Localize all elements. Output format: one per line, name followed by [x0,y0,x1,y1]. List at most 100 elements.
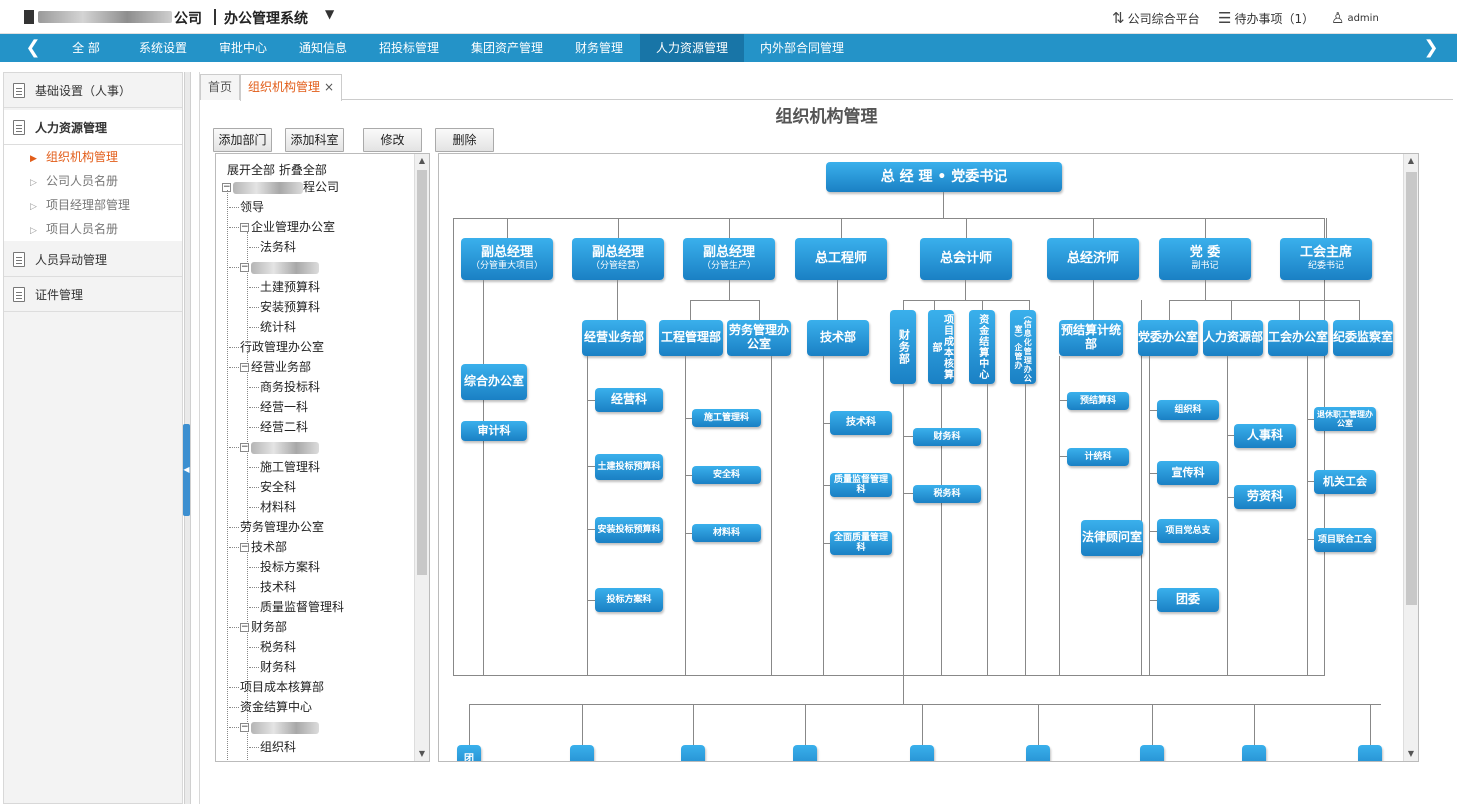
org-sec-toubiao[interactable]: 投标方案科 [595,588,663,612]
org-project-4[interactable] [910,745,934,761]
tree-node[interactable]: 资金结算中心 [240,697,312,717]
org-sec-zhiliang[interactable]: 质量监督管理科 [830,473,892,497]
org-vp-6[interactable]: 党 委副书记 [1159,238,1251,280]
tree-node[interactable]: 经营一科 [260,397,308,417]
org-dept-jiwei[interactable]: 纪委监察室 [1333,320,1393,356]
org-dept-yujiesuan[interactable]: 预结算计统部 [1059,320,1123,356]
tree-node[interactable]: 税务科 [260,637,296,657]
scroll-up-icon[interactable]: ▲ [415,154,429,168]
sidebar-group-basic-settings[interactable]: 基础设置（人事） [4,73,182,108]
tab-home[interactable]: 首页 [200,74,241,100]
add-section-button[interactable]: 添加科室 [285,128,344,152]
org-sec-tuanwei[interactable]: 团委 [1157,588,1219,612]
tree-node[interactable]: 项目成本核算部 [240,677,324,697]
tree-node[interactable]: 投标方案科 [260,557,320,577]
org-vp-3[interactable]: 总工程师 [795,238,887,280]
org-sec-anzhuang[interactable]: 安装投标预算科 [595,517,663,543]
org-sec-falv[interactable]: 法律顾问室 [1081,520,1143,556]
org-vp-4[interactable]: 总会计师 [920,238,1012,280]
collapse-icon[interactable]: − [240,623,249,632]
tree-node[interactable]: 安全科 [260,477,296,497]
tree-node[interactable]: − 技术部 [240,537,287,557]
org-dept-xinxi[interactable]: （信息化管理办公室）企管办 [1010,310,1036,384]
org-sec-tuixiu[interactable]: 退休职工管理办公室 [1314,407,1376,431]
delete-button[interactable]: 删除 [435,128,494,152]
sidebar-item-company-roster[interactable]: ▷ 公司人员名册 [4,169,182,193]
org-sec-quanmian[interactable]: 全面质量管理科 [830,531,892,555]
tree-node[interactable]: 法务科 [260,237,296,257]
org-dept-caiwu[interactable]: 财务部 [890,310,916,384]
org-project-2[interactable] [681,745,705,761]
nav-item-assets[interactable]: 集团资产管理 [462,34,552,62]
org-dept-chengben[interactable]: 项目成本核算部 [928,310,954,384]
org-sec-cailiao[interactable]: 材料科 [692,524,761,542]
todo-link[interactable]: ☰ 待办事项（1） [1218,9,1314,27]
org-sec-jiguan[interactable]: 机关工会 [1314,470,1376,494]
chart-scrollbar[interactable]: ▲ ▼ [1403,154,1418,761]
org-dept-jingying[interactable]: 经营业务部 [582,320,646,356]
org-general-manager[interactable]: 总 经 理 • 党委书记 [826,162,1062,192]
org-sec-jishu[interactable]: 技术科 [830,411,892,435]
org-sec-jingying[interactable]: 经营科 [595,388,663,412]
user-menu[interactable]: ♙ admin [1331,9,1379,27]
expand-all-link[interactable]: 展开全部 [227,163,275,177]
org-dept-gonghui[interactable]: 工会办公室 [1268,320,1328,356]
tree-node[interactable]: 质量监督管理科 [260,597,344,617]
org-sec-zuzhi[interactable]: 组织科 [1157,400,1219,420]
tree-node[interactable]: 技术科 [260,577,296,597]
nav-item-notices[interactable]: 通知信息 [290,34,356,62]
org-vp-5[interactable]: 总经济师 [1047,238,1139,280]
collapse-icon[interactable]: − [240,443,249,452]
collapse-sidebar-icon[interactable]: ◀ [183,424,190,516]
edit-button[interactable]: 修改 [363,128,422,152]
system-dropdown-icon[interactable]: ▼ [325,7,334,21]
sidebar-item-project-dept[interactable]: ▷ 项目经理部管理 [4,193,182,217]
tree-node[interactable]: 安装预算科 [260,297,320,317]
tree-node[interactable]: − [240,437,319,457]
nav-item-finance[interactable]: 财务管理 [566,34,632,62]
org-sec-yujiesuan[interactable]: 预结算科 [1067,392,1129,410]
platform-link[interactable]: ⇅ 公司综合平台 [1112,9,1200,27]
collapse-icon[interactable]: − [240,723,249,732]
sidebar-splitter[interactable]: ◀ [183,72,191,804]
org-vp-2[interactable]: 副总经理 （分管生产） [683,238,775,280]
nav-next-icon[interactable]: ❯ [1418,34,1444,62]
org-vp-0[interactable]: 副总经理 （分管重大项目） [461,238,553,280]
collapse-icon[interactable]: − [240,263,249,272]
org-vp-7[interactable]: 工会主席 纪委书记 [1280,238,1372,280]
org-project-6[interactable] [1140,745,1164,761]
scroll-up-icon[interactable]: ▲ [1404,154,1418,168]
tree-node[interactable]: 商务投标科 [260,377,320,397]
org-sec-caiwu[interactable]: 财务科 [913,428,981,446]
org-dept-laowu[interactable]: 劳务管理办公室 [727,320,791,356]
org-dept-jishu[interactable]: 技术部 [807,320,869,356]
collapse-icon[interactable]: − [240,543,249,552]
org-vp-1[interactable]: 副总经理 （分管经营） [572,238,664,280]
nav-item-hr[interactable]: 人力资源管理 [640,34,744,62]
tree-node[interactable]: 组织科 [260,737,296,757]
org-sec-xuanchuan[interactable]: 宣传科 [1157,461,1219,485]
scroll-thumb[interactable] [1406,172,1417,605]
sidebar-item-org-structure[interactable]: ▶ 组织机构管理 [4,145,182,169]
tree-node[interactable]: 材料科 [260,497,296,517]
nav-item-all[interactable]: 全 部 [58,34,114,62]
org-sec-dangzongzhi[interactable]: 项目党总支 [1157,519,1219,543]
nav-prev-icon[interactable]: ❮ [20,34,46,62]
tree-node[interactable]: 土建预算科 [260,277,320,297]
nav-item-bidding[interactable]: 招投标管理 [370,34,448,62]
org-sec-anquan[interactable]: 安全科 [692,466,761,484]
sidebar-item-project-roster[interactable]: ▷ 项目人员名册 [4,217,182,241]
sidebar-group-certificates[interactable]: 证件管理 [4,277,182,312]
collapse-icon[interactable]: − [240,363,249,372]
org-project-7[interactable] [1242,745,1266,761]
org-dept-zonghe[interactable]: 综合办公室 [461,364,527,400]
org-project-1[interactable] [570,745,594,761]
org-project-5[interactable] [1026,745,1050,761]
tree-node[interactable]: − 经营业务部 [240,357,311,377]
tree-node[interactable]: 行政管理办公室 [240,337,324,357]
org-project-8[interactable] [1358,745,1382,761]
org-sec-shuiwu[interactable]: 税务科 [913,485,981,503]
tree-node[interactable]: − [240,717,319,737]
tree-node[interactable]: 施工管理科 [260,457,320,477]
scroll-thumb[interactable] [417,170,427,575]
